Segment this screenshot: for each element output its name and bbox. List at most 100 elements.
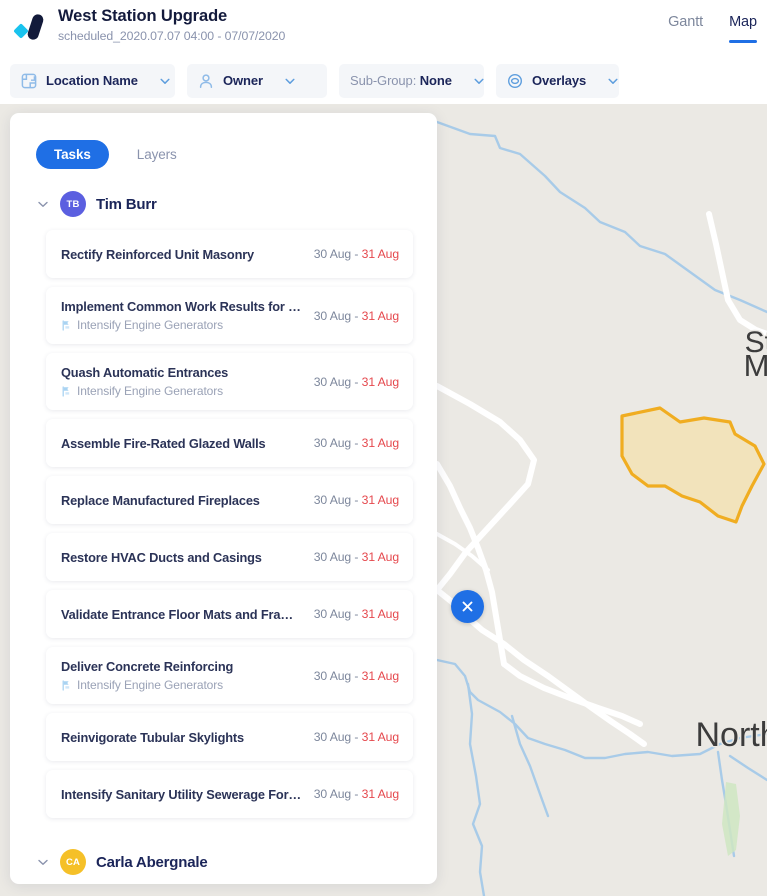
task-subtitle: Intensify Engine Generators: [77, 678, 224, 692]
filter-owner[interactable]: Owner: [187, 63, 327, 98]
task-start-date: 30 Aug: [313, 668, 352, 683]
task-title: Deliver Concrete Reinforcing: [61, 659, 234, 674]
page-title: West Station Upgrade: [58, 7, 228, 25]
task-row[interactable]: Deliver Concrete Reinforcing Intensify E…: [46, 647, 413, 704]
task-main: Quash Automatic Entrances Intensify Engi…: [61, 364, 304, 399]
filter-label: Owner: [223, 73, 263, 88]
task-title: Rectify Reinforced Unit Masonry: [61, 246, 255, 262]
filter-value: None: [419, 73, 452, 88]
tab-layers[interactable]: Layers: [119, 140, 195, 169]
task-subtitle: Intensify Engine Generators: [77, 318, 224, 332]
chevron-down-icon: [160, 78, 170, 84]
task-end-date: 31 Aug: [361, 787, 399, 801]
task-title: Restore HVAC Ducts and Casings: [61, 549, 262, 565]
date-separator: -: [351, 550, 362, 564]
task-row[interactable]: Validate Entrance Floor Mats and Frames …: [46, 590, 413, 638]
app-logo-icon: [14, 14, 44, 40]
task-dates: 30 Aug - 31 Aug: [314, 787, 399, 801]
chevron-down-icon: [38, 201, 48, 207]
avatar: CA: [60, 849, 86, 875]
filter-label: Overlays: [532, 73, 587, 88]
task-end-date: 31 Aug: [361, 493, 399, 507]
task-main: Restore HVAC Ducts and Casings: [61, 549, 304, 566]
task-end-date: 31 Aug: [361, 607, 399, 621]
task-dates: 30 Aug - 31 Aug: [314, 309, 399, 323]
task-start-date: 30 Aug: [313, 374, 352, 389]
task-row[interactable]: Replace Manufactured Fireplaces 30 Aug -…: [46, 476, 413, 524]
task-list-tim-burr: Rectify Reinforced Unit Masonry 30 Aug -…: [10, 217, 437, 818]
task-dates: 30 Aug - 31 Aug: [314, 550, 399, 564]
task-subtitle-wrap: Intensify Engine Generators: [61, 677, 304, 693]
task-row[interactable]: Quash Automatic Entrances Intensify Engi…: [46, 353, 413, 410]
date-separator: -: [351, 493, 362, 507]
task-subtitle: Intensify Engine Generators: [77, 384, 224, 398]
close-panel-button[interactable]: [451, 590, 484, 623]
task-start-date: 30 Aug: [313, 607, 352, 621]
task-end-date: 31 Aug: [361, 550, 399, 564]
filter-sub-group[interactable]: Sub-Group: None: [339, 63, 484, 98]
task-end-date: 31 Aug: [361, 668, 399, 683]
task-dates: 30 Aug - 31 Aug: [314, 607, 399, 621]
tab-tasks[interactable]: Tasks: [36, 140, 109, 169]
task-end-date: 31 Aug: [361, 374, 399, 389]
chevron-down-icon: [474, 78, 484, 84]
group-header-tim-burr[interactable]: TB Tim Burr: [10, 169, 437, 217]
task-title: Implement Common Work Results for W…: [61, 299, 304, 314]
task-main: Reinvigorate Tubular Skylights: [61, 729, 304, 746]
task-title: Quash Automatic Entrances: [61, 365, 229, 380]
task-end-date: 31 Aug: [361, 730, 399, 744]
task-main: Rectify Reinforced Unit Masonry: [61, 246, 304, 263]
task-main: Intensify Sanitary Utility Sewerage Forc…: [61, 786, 304, 803]
filter-label-text: Sub-Group:: [350, 73, 417, 88]
page-subtitle: scheduled_2020.07.07 04:00 - 07/07/2020: [58, 29, 286, 43]
location-frame-icon: [21, 73, 37, 88]
chevron-down-icon: [285, 78, 295, 84]
date-separator: -: [351, 436, 362, 450]
task-start-date: 30 Aug: [313, 787, 352, 801]
chevron-down-icon: [38, 859, 48, 865]
task-row[interactable]: Implement Common Work Results for W… Int…: [46, 287, 413, 344]
view-tab-bar: Gantt Map: [668, 14, 757, 43]
avatar: TB: [60, 191, 86, 217]
task-main: Validate Entrance Floor Mats and Frames: [61, 606, 304, 623]
task-row[interactable]: Reinvigorate Tubular Skylights 30 Aug - …: [46, 713, 413, 761]
task-title: Reinvigorate Tubular Skylights: [61, 729, 244, 745]
group-name: Tim Burr: [96, 195, 157, 213]
task-title: Assemble Fire-Rated Glazed Walls: [61, 435, 266, 451]
task-end-date: 31 Aug: [361, 308, 399, 323]
app-header: West Station Upgrade scheduled_2020.07.0…: [0, 0, 767, 57]
date-separator: -: [351, 374, 362, 389]
task-list-carla-abergnale: Deliver Concrete Reinforcing Intensify E…: [10, 875, 437, 884]
filter-overlays[interactable]: Overlays: [496, 63, 619, 98]
tab-map[interactable]: Map: [729, 14, 757, 43]
task-dates: 30 Aug - 31 Aug: [314, 730, 399, 744]
group-header-carla-abergnale[interactable]: CA Carla Abergnale: [10, 827, 437, 875]
task-dates: 30 Aug - 31 Aug: [314, 436, 399, 450]
task-end-date: 31 Aug: [361, 247, 399, 261]
task-panel-scroll[interactable]: Tasks Layers TB Tim Burr Rectify Reinfor…: [10, 113, 437, 884]
tab-gantt[interactable]: Gantt: [668, 14, 703, 43]
task-start-date: 30 Aug: [313, 493, 352, 507]
task-dates: 30 Aug - 31 Aug: [314, 493, 399, 507]
task-row[interactable]: Intensify Sanitary Utility Sewerage Forc…: [46, 770, 413, 818]
dependency-flag-icon: [62, 319, 70, 331]
date-separator: -: [351, 668, 362, 683]
app-root: St Mar North L Tasks Layers TB Tim Burr: [0, 0, 767, 896]
task-dates: 30 Aug - 31 Aug: [314, 669, 399, 683]
task-end-date: 31 Aug: [361, 436, 399, 450]
task-title: Validate Entrance Floor Mats and Frames: [61, 606, 304, 622]
task-title: Replace Manufactured Fireplaces: [61, 492, 260, 508]
task-row[interactable]: Restore HVAC Ducts and Casings 30 Aug - …: [46, 533, 413, 581]
task-subtitle-wrap: Intensify Engine Generators: [61, 383, 304, 399]
chevron-down-icon: [608, 78, 618, 84]
task-main: Deliver Concrete Reinforcing Intensify E…: [61, 658, 304, 693]
task-main: Assemble Fire-Rated Glazed Walls: [61, 435, 304, 452]
group-name: Carla Abergnale: [96, 853, 208, 871]
date-separator: -: [351, 787, 362, 801]
task-row[interactable]: Rectify Reinforced Unit Masonry 30 Aug -…: [46, 230, 413, 278]
date-separator: -: [351, 607, 362, 621]
task-row[interactable]: Assemble Fire-Rated Glazed Walls 30 Aug …: [46, 419, 413, 467]
filter-location-name[interactable]: Location Name: [10, 63, 175, 98]
close-icon: [462, 601, 473, 612]
filter-bar: Location Name Owner Sub-Group: None Over…: [0, 57, 767, 104]
